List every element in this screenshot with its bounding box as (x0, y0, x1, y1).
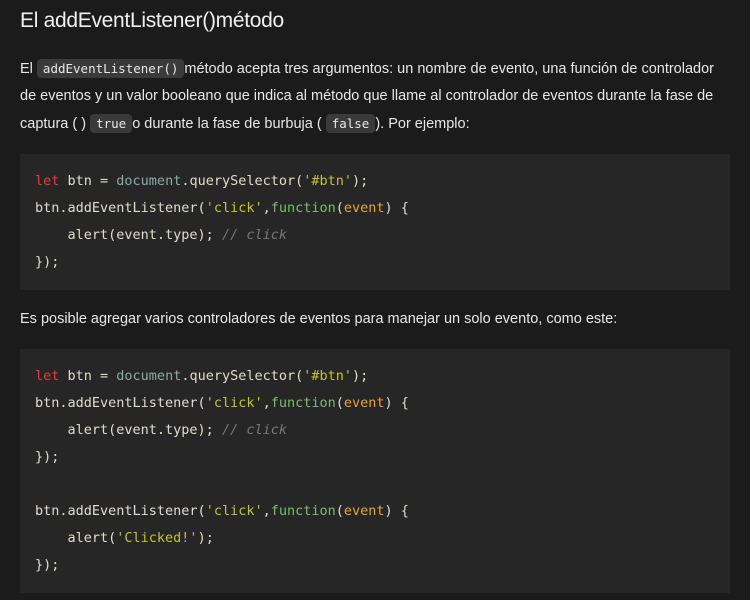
code-token: let (35, 173, 60, 189)
code-token: }); (35, 557, 60, 573)
text: o durante la fase de burbuja ( (132, 116, 326, 132)
code-token: ( (335, 395, 344, 411)
code-token: alert( (35, 530, 117, 546)
code-token: .querySelector( (181, 173, 304, 189)
code-token: alert(event.type); (35, 422, 222, 438)
code-token: , (262, 503, 271, 519)
code-token: , (262, 200, 271, 216)
code-token: , (262, 395, 271, 411)
code-token: function (270, 395, 336, 411)
text: ). Por ejemplo: (375, 116, 470, 132)
code-token: ) { (384, 200, 409, 216)
code-line: btn.addEventListener('click',function(ev… (35, 498, 715, 525)
code-token: ); (197, 530, 214, 546)
article: El addEventListener()método El addEventL… (0, 0, 750, 593)
code-token: function (270, 200, 336, 216)
inline-code: false (325, 114, 376, 133)
code-token: .querySelector( (181, 368, 304, 384)
text: El (20, 61, 37, 77)
code-token: 'click' (205, 200, 263, 216)
code-line: btn.addEventListener('click',function(ev… (35, 390, 715, 417)
code-line: let btn = document.querySelector('#btn')… (35, 363, 715, 390)
code-token: ) { (384, 503, 409, 519)
code-token: function (270, 503, 336, 519)
code-token: btn = (59, 368, 117, 384)
code-token: ( (335, 200, 344, 216)
code-line: }); (35, 552, 715, 579)
code-token: btn.addEventListener( (35, 503, 206, 519)
code-token: // click (221, 422, 287, 438)
code-token: document (116, 368, 182, 384)
code-token: btn.addEventListener( (35, 200, 206, 216)
code-line: }); (35, 444, 715, 471)
second-paragraph: Es posible agregar varios controladores … (20, 311, 618, 327)
intro-paragraph: El addEventListener() método acepta tres … (20, 55, 730, 138)
code-token: event (343, 395, 385, 411)
code-token: ( (335, 503, 344, 519)
code-block-2: let btn = document.querySelector('#btn')… (20, 349, 730, 593)
code-token: let (35, 368, 60, 384)
code-block-1: let btn = document.querySelector('#btn')… (20, 154, 730, 290)
page-title: El addEventListener()método (20, 9, 284, 32)
code-line: alert('Clicked!'); (35, 525, 715, 552)
inline-code: addEventListener() (36, 59, 185, 78)
code-line: }); (35, 249, 715, 276)
code-token: '#btn' (303, 368, 353, 384)
code-token: ); (352, 368, 369, 384)
code-token: // click (221, 227, 287, 243)
code-token: }); (35, 449, 60, 465)
code-token: document (116, 173, 182, 189)
code-line (35, 471, 715, 498)
code-token: event (343, 503, 385, 519)
code-token: '#btn' (303, 173, 353, 189)
code-token: ) { (384, 395, 409, 411)
inline-code: true (90, 114, 133, 133)
code-line: alert(event.type); // click (35, 417, 715, 444)
code-token: event (343, 200, 385, 216)
code-token: 'click' (205, 395, 263, 411)
code-token: 'click' (205, 503, 263, 519)
code-line: btn.addEventListener('click',function(ev… (35, 195, 715, 222)
code-line: let btn = document.querySelector('#btn')… (35, 168, 715, 195)
code-token: btn = (59, 173, 117, 189)
code-token: btn.addEventListener( (35, 395, 206, 411)
code-token: 'Clicked!' (116, 530, 198, 546)
code-line: alert(event.type); // click (35, 222, 715, 249)
code-token: }); (35, 254, 60, 270)
code-token: alert(event.type); (35, 227, 222, 243)
code-token: ); (352, 173, 369, 189)
